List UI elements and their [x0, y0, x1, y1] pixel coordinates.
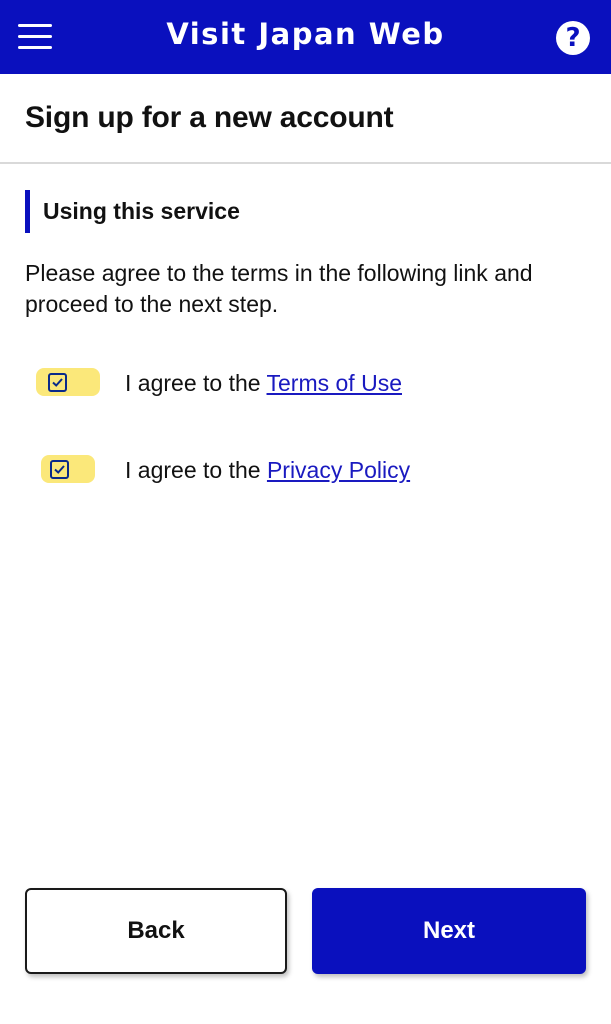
privacy-label-prefix: I agree to the — [125, 457, 267, 483]
privacy-agreement-row: I agree to the Privacy Policy — [36, 453, 556, 493]
terms-checkbox[interactable] — [48, 373, 67, 392]
checkmark-icon — [54, 465, 65, 474]
next-button[interactable]: Next — [312, 888, 586, 974]
title-divider — [0, 162, 611, 164]
privacy-checkbox[interactable] — [50, 460, 69, 479]
section-heading: Using this service — [25, 190, 240, 233]
top-header-bar: Visit Japan Web ? — [0, 0, 611, 74]
privacy-policy-link[interactable]: Privacy Policy — [267, 457, 410, 483]
terms-of-use-link[interactable]: Terms of Use — [267, 370, 402, 396]
question-circle-icon[interactable]: ? — [556, 21, 590, 55]
page-title: Sign up for a new account — [25, 101, 394, 134]
privacy-label: I agree to the Privacy Policy — [125, 457, 410, 484]
checkmark-icon — [52, 378, 63, 387]
app-title: Visit Japan Web — [166, 17, 445, 51]
intro-text: Please agree to the terms in the followi… — [25, 260, 533, 317]
terms-label: I agree to the Terms of Use — [125, 370, 402, 397]
terms-label-prefix: I agree to the — [125, 370, 267, 396]
back-button[interactable]: Back — [25, 888, 287, 974]
checkbox-highlight — [36, 368, 100, 396]
terms-agreement-row: I agree to the Terms of Use — [36, 366, 556, 406]
app-screen: Visit Japan Web ? Sign up for a new acco… — [0, 0, 611, 1024]
